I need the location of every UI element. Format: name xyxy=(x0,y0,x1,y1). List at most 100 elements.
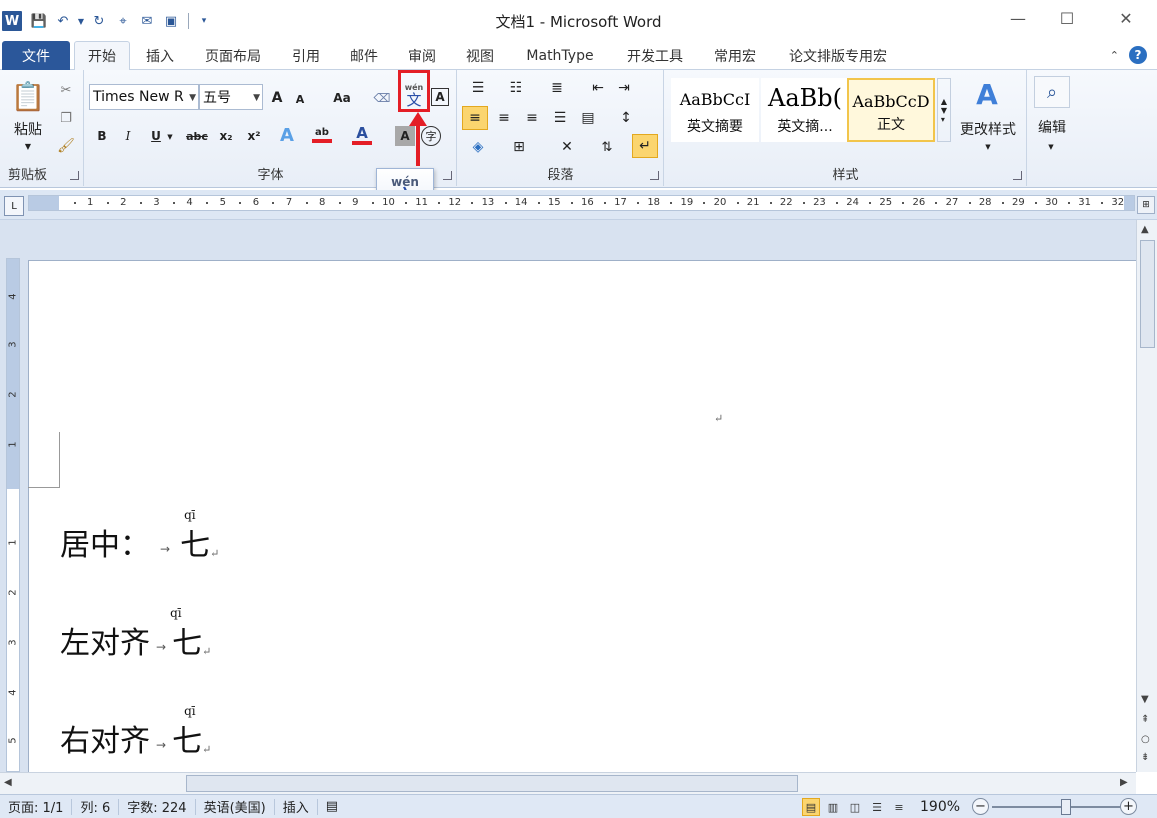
cut-icon[interactable]: ✂ xyxy=(56,80,76,100)
doc-line-right[interactable]: 右对齐 → qī 七 ↵ xyxy=(60,700,211,760)
enclose-characters-button[interactable]: 字 xyxy=(421,126,441,146)
tab-selector[interactable]: L xyxy=(4,196,24,216)
browse-object-icon[interactable]: ○ xyxy=(1141,734,1150,745)
text-effect-button[interactable]: A xyxy=(277,124,297,146)
paragraph-launcher-icon[interactable] xyxy=(650,171,659,180)
tab-home[interactable]: 开始 xyxy=(74,41,130,71)
tab-developer[interactable]: 开发工具 xyxy=(616,41,694,70)
status-words[interactable]: 字数: 224 xyxy=(119,798,196,816)
copy-icon[interactable]: ❐ xyxy=(56,108,76,128)
macro-record-icon[interactable]: ▤ xyxy=(318,799,346,815)
font-color-button[interactable]: A xyxy=(351,124,373,146)
tab-common-macros[interactable]: 常用宏 xyxy=(704,41,766,70)
italic-button[interactable]: I xyxy=(119,126,137,146)
tab-file[interactable]: 文件 xyxy=(2,41,70,70)
style-item-current[interactable]: AaBbCcD 正文 xyxy=(847,78,935,142)
scroll-up-icon[interactable]: ▲ xyxy=(1141,224,1149,235)
web-layout-view-icon[interactable]: ◫ xyxy=(846,798,864,816)
undo-icon[interactable]: ↶ xyxy=(52,10,74,32)
align-right-icon[interactable]: ≡ xyxy=(520,106,544,130)
tab-thesis-macros[interactable]: 论文排版专用宏 xyxy=(776,41,900,70)
save-icon[interactable]: 💾 xyxy=(28,10,50,32)
paste-label[interactable]: 粘贴 xyxy=(6,120,50,138)
envelope-icon[interactable]: ✉ xyxy=(136,10,158,32)
change-styles-icon[interactable]: A xyxy=(965,78,1009,111)
ruler-toggle-icon[interactable]: ⊞ xyxy=(1137,196,1155,214)
scroll-down-icon[interactable]: ▼ xyxy=(1141,694,1149,705)
decrease-indent-icon[interactable]: ⇤ xyxy=(588,78,608,98)
doc-line-center[interactable]: 居中： → qī 七 ↵ xyxy=(60,504,219,564)
outline-view-icon[interactable]: ☰ xyxy=(868,798,886,816)
strikethrough-button[interactable]: abc xyxy=(183,126,211,146)
style-item[interactable]: AaBb( 英文摘... xyxy=(761,78,849,142)
bullets-icon[interactable]: ☰ xyxy=(464,78,492,98)
help-icon[interactable]: ? xyxy=(1129,46,1147,64)
character-border-button[interactable]: A xyxy=(431,88,449,106)
collapse-ribbon-icon[interactable]: ⌃ xyxy=(1110,49,1119,62)
doc-line-left[interactable]: 左对齐 → qī 七 ↵ xyxy=(60,602,211,662)
character-shading-button[interactable]: A xyxy=(395,126,415,146)
clipboard-launcher-icon[interactable] xyxy=(70,171,79,180)
tab-mailings[interactable]: 邮件 xyxy=(340,41,388,70)
bold-button[interactable]: B xyxy=(93,126,111,146)
align-left-icon[interactable]: ≡ xyxy=(462,106,488,130)
zoom-slider-thumb[interactable] xyxy=(1061,799,1071,815)
chevron-down-icon[interactable]: ▼ xyxy=(1044,142,1058,152)
tab-mathtype[interactable]: MathType xyxy=(514,41,606,70)
subscript-button[interactable]: x₂ xyxy=(215,126,237,146)
reading-view-icon[interactable]: ▥ xyxy=(824,798,842,816)
borders-icon[interactable]: ⊞ xyxy=(504,136,534,158)
maximize-button[interactable]: ☐ xyxy=(1044,4,1090,32)
underline-button[interactable]: U xyxy=(147,126,165,146)
font-name-select[interactable]: Times New R ▼ xyxy=(89,84,199,110)
tab-page-layout[interactable]: 页面布局 xyxy=(196,41,270,70)
zoom-out-button[interactable]: − xyxy=(972,798,989,815)
scroll-left-icon[interactable]: ◀ xyxy=(4,777,12,788)
align-center-icon[interactable]: ≡ xyxy=(492,106,516,130)
increase-indent-icon[interactable]: ⇥ xyxy=(614,78,634,98)
word-app-icon[interactable]: W xyxy=(2,11,22,31)
distributed-icon[interactable]: ▤ xyxy=(576,106,600,130)
status-page[interactable]: 页面: 1/1 xyxy=(0,798,73,816)
chevron-down-icon[interactable]: ▼ xyxy=(165,130,175,144)
horizontal-ruler[interactable]: 1 2 3 4 5 6 7 8 9 10 11 12 13 14 15 16 17 18 19 20 21 22 23 24 2… xyxy=(28,195,1135,211)
tab-view[interactable]: 视图 xyxy=(456,41,504,70)
zoom-level[interactable]: 190% xyxy=(920,799,960,815)
customize-icon[interactable]: ▾ xyxy=(193,10,215,32)
styles-launcher-icon[interactable] xyxy=(1013,171,1022,180)
zoom-slider-track[interactable] xyxy=(992,806,1120,808)
status-mode[interactable]: 插入 xyxy=(275,798,318,816)
paste-icon[interactable]: 📋 xyxy=(10,78,46,114)
tab-insert[interactable]: 插入 xyxy=(136,41,184,70)
line-spacing-icon[interactable]: ↕ xyxy=(610,106,642,130)
undo-dropdown-icon[interactable]: ▼ xyxy=(76,10,86,32)
shrink-font-button[interactable]: A xyxy=(291,90,309,108)
horizontal-scrollbar[interactable]: ◀ ▶ xyxy=(0,772,1136,794)
book-icon[interactable]: ▣ xyxy=(160,10,182,32)
paste-dropdown-icon[interactable]: ▼ xyxy=(20,140,36,152)
binoculars-icon[interactable]: ⌕ xyxy=(1034,76,1070,108)
vertical-scroll-thumb[interactable] xyxy=(1140,240,1155,348)
change-case-button[interactable]: Aa xyxy=(325,88,359,108)
zoom-in-button[interactable]: + xyxy=(1120,798,1137,815)
justify-icon[interactable]: ☰ xyxy=(548,106,572,130)
styles-scroll[interactable]: ▲ ▼ ▾ xyxy=(937,78,951,142)
change-styles-label[interactable]: 更改样式 xyxy=(955,120,1021,138)
redo-icon[interactable]: ↻ xyxy=(88,10,110,32)
font-launcher-icon[interactable] xyxy=(443,171,452,180)
editing-label[interactable]: 编辑 xyxy=(1032,118,1072,136)
font-size-select[interactable]: 五号 ▼ xyxy=(199,84,263,110)
shading-icon[interactable]: ◈ xyxy=(464,136,492,158)
previous-page-icon[interactable]: ⇞ xyxy=(1141,714,1149,725)
cursor-icon[interactable]: ⌖ xyxy=(112,10,134,32)
highlight-button[interactable]: ab xyxy=(311,124,333,146)
close-button[interactable]: ✕ xyxy=(1103,4,1149,32)
chinese-layout-icon[interactable]: ✕ xyxy=(550,136,584,158)
show-marks-icon[interactable]: ↵ xyxy=(632,134,658,158)
minimize-button[interactable]: — xyxy=(995,4,1041,32)
style-item[interactable]: AaBbCcI 英文摘要 xyxy=(671,78,759,142)
horizontal-scroll-thumb[interactable] xyxy=(186,775,798,792)
chevron-down-icon[interactable]: ▼ xyxy=(981,142,995,152)
scroll-right-icon[interactable]: ▶ xyxy=(1120,777,1128,788)
sort-icon[interactable]: ⇅ xyxy=(596,136,618,158)
